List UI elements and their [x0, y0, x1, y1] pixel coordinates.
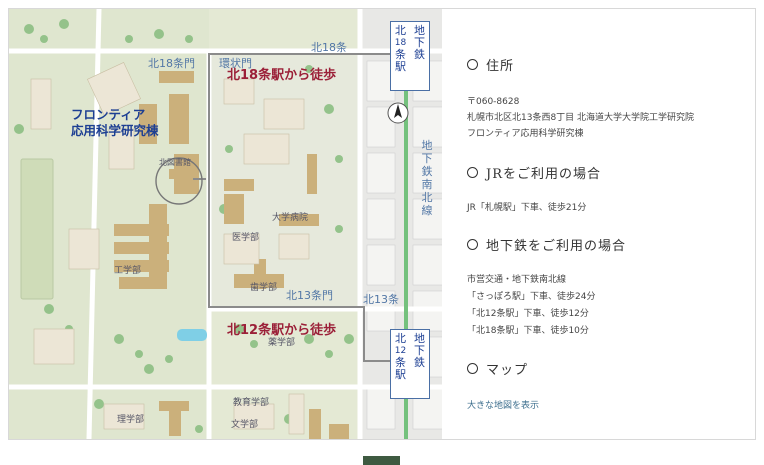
station-n18-char: 駅 [395, 60, 406, 73]
bottom-tab[interactable] [363, 456, 400, 465]
station-n12-char: 駅 [395, 368, 406, 381]
subway-heading-text: 地下鉄をご利用の場合 [486, 239, 627, 254]
circle-bullet-icon [467, 59, 478, 70]
letters-label: 文学部 [231, 420, 259, 430]
library-label: 北図書館 [159, 158, 191, 167]
station-n18-sign: 北 18 条 駅 地 下 鉄 [390, 21, 430, 91]
subway-line1: 市営交通・地下鉄南北線 [467, 275, 567, 285]
frontier-building-label: フロンティア 応用科学研究棟 [71, 107, 159, 139]
street-label-n13: 北13条 [363, 293, 399, 306]
circle-bullet-icon [467, 167, 478, 178]
gate-label-n13: 北13条門 [286, 289, 333, 302]
station-n12-sign: 北 12 条 駅 地 下 鉄 [390, 329, 430, 399]
station-n18-char: 北 [395, 24, 406, 37]
pharmacy-label: 薬学部 [268, 338, 296, 348]
subway-line4: 「北18条駅」下車、徒歩10分 [467, 326, 589, 336]
station-n18-sub-char: 鉄 [414, 48, 425, 61]
campus-map[interactable]: 北18条 北18条門 環状門 北18条駅から徒歩 フロンティア 応用科学研究棟 … [9, 9, 442, 439]
subway-line3: 「北12条駅」下車、徒歩12分 [467, 309, 589, 319]
medicine-label: 医学部 [232, 233, 260, 243]
subway-line-char: 地 [421, 139, 433, 152]
circle-bullet-icon [467, 363, 478, 374]
station-n12-sub-char: 鉄 [414, 356, 425, 369]
subway-line-char: 南 [421, 178, 433, 191]
access-panel: 北18条 北18条門 環状門 北18条駅から徒歩 フロンティア 応用科学研究棟 … [8, 8, 756, 440]
frontier-building-label-line1: フロンティア [71, 107, 146, 122]
map-heading: マップ [467, 359, 528, 378]
station-n12-char: 北 [395, 332, 406, 345]
jr-heading: JRをご利用の場合 [467, 163, 601, 182]
engineering-label: 工学部 [114, 266, 142, 276]
dentistry-label: 歯学部 [250, 283, 278, 293]
education-label: 教育学部 [233, 398, 270, 408]
walk-from-n18-label: 北18条駅から徒歩 [227, 68, 337, 83]
subway-line-char: 線 [421, 204, 433, 217]
science-label: 理学部 [117, 415, 145, 425]
address-heading: 住所 [467, 55, 514, 74]
subway-line-label: 地 下 鉄 南 北 線 [419, 139, 435, 217]
hospital-label: 大学病院 [272, 213, 309, 223]
jr-line1: JR「札幌駅」下車、徒歩21分 [467, 203, 587, 213]
address-line2: フロンティア応用科学研究棟 [467, 129, 584, 139]
address-heading-text: 住所 [486, 59, 515, 74]
subway-line2: 「さっぽろ駅」下車、徒歩24分 [467, 292, 596, 302]
circle-bullet-icon [467, 239, 478, 250]
jr-heading-text: JRをご利用の場合 [486, 167, 601, 182]
subway-line-char: 下 [421, 152, 433, 165]
subway-heading: 地下鉄をご利用の場合 [467, 235, 626, 254]
address-line1: 札幌市北区北13条西8丁目 北海道大学大学院工学研究院 [467, 113, 695, 123]
campus-map-svg [9, 9, 442, 439]
frontier-building-label-line2: 応用科学研究棟 [71, 123, 159, 138]
large-map-link[interactable]: 大きな地図を表示 [467, 398, 539, 411]
street-label-n18: 北18条 [311, 41, 347, 54]
access-info: 住所 〒060-8628 札幌市北区北13条西8丁目 北海道大学大学院工学研究院… [467, 9, 755, 439]
postal-code: 〒060-8628 [467, 97, 520, 107]
map-heading-text: マップ [486, 363, 529, 378]
subway-line-char: 北 [421, 191, 433, 204]
gate-label-n18: 北18条門 [148, 57, 195, 70]
subway-line-char: 鉄 [421, 165, 433, 178]
